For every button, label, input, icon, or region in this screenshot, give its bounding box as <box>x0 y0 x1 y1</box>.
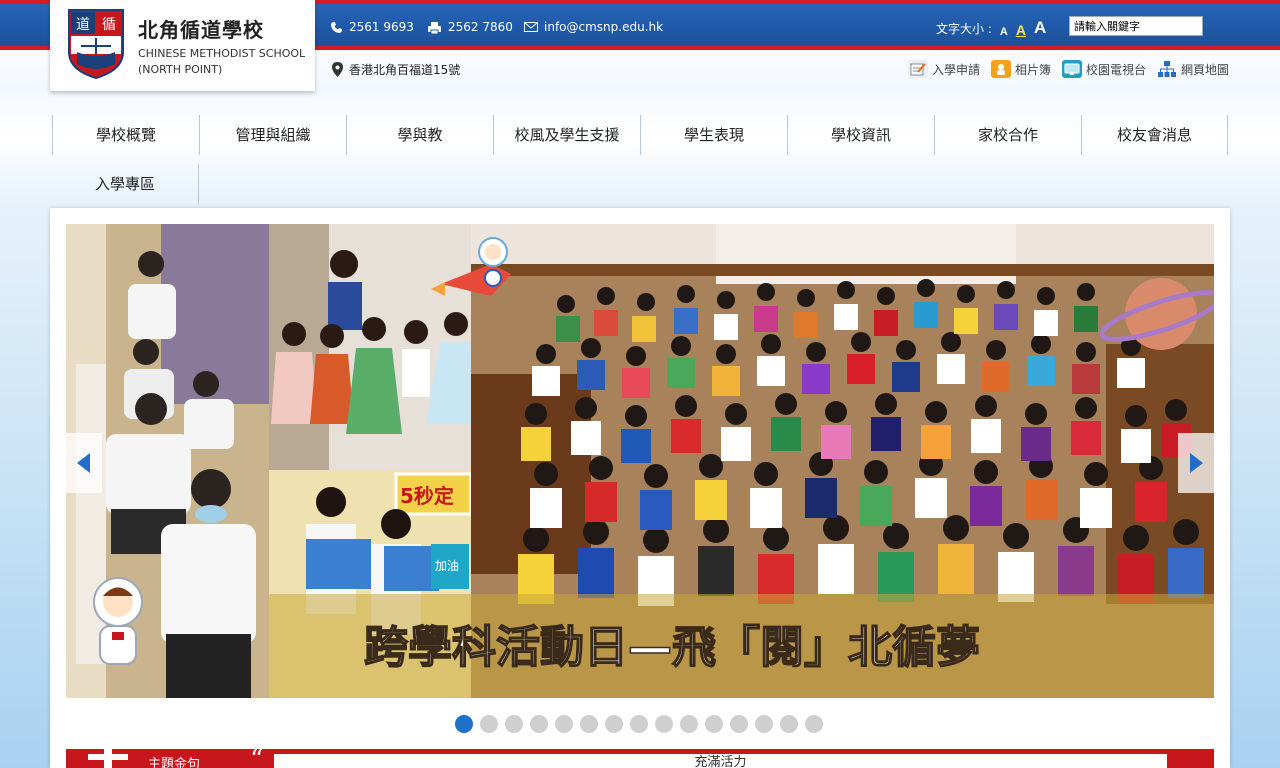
nav-item-school-info[interactable]: 學校資訊 <box>787 115 934 155</box>
email-address[interactable]: info@cmsnp.edu.hk <box>544 20 663 34</box>
email-contact[interactable]: info@cmsnp.edu.hk <box>524 20 663 34</box>
address-text: 香港北角百福道15號 <box>349 63 461 77</box>
font-size-controls: 文字大小 : A A A <box>936 18 1046 38</box>
banner-caption: 跨學科活動日—飛「閱」北循夢 <box>364 622 980 673</box>
motto-title: 主題金句 <box>148 757 201 768</box>
slide-dot[interactable] <box>630 715 648 733</box>
quick-link-label: 入學申請 <box>932 62 981 77</box>
slide-dot[interactable] <box>680 715 698 733</box>
location-pin-icon <box>332 62 343 77</box>
email-icon <box>524 22 538 32</box>
arrow-left-icon <box>77 453 90 473</box>
school-logo-card[interactable]: 道 循 北角循道學校 CHINESE METHODIST SCHOOL (NOR… <box>50 0 315 91</box>
motto-bar: 主題金句 “ 充滿活力 <box>66 749 1214 768</box>
fax-icon <box>428 21 441 34</box>
quick-link-label: 校園電視台 <box>1086 62 1147 77</box>
school-name-en: CHINESE METHODIST SCHOOL (NORTH POINT) <box>138 46 305 78</box>
phone-contact: 2561 9693 <box>330 20 414 34</box>
slide-prev-button[interactable] <box>66 433 102 493</box>
cross-icon <box>88 749 128 768</box>
nav-item-alumni[interactable]: 校友會消息 <box>1081 115 1228 155</box>
nav-item-home-school[interactable]: 家校合作 <box>934 115 1081 155</box>
arrow-right-icon <box>1190 453 1203 473</box>
quick-link-admission[interactable]: 入學申請 <box>908 60 980 78</box>
school-crest-icon: 道 循 <box>68 9 124 80</box>
slide-dot[interactable] <box>580 715 598 733</box>
nav-item-student-support[interactable]: 校風及學生支援 <box>493 115 640 155</box>
slide-dot[interactable] <box>480 715 498 733</box>
slide-dot[interactable] <box>605 715 623 733</box>
quick-link-label: 相片簿 <box>1015 62 1052 77</box>
slide-dot-active[interactable] <box>455 715 473 733</box>
slide-dot[interactable] <box>780 715 798 733</box>
slide-dot[interactable] <box>530 715 548 733</box>
crest-char-right: 循 <box>102 17 116 33</box>
phone-icon <box>331 21 342 33</box>
slide-next-button[interactable] <box>1178 433 1214 493</box>
slide-dot[interactable] <box>755 715 773 733</box>
school-address: 香港北角百福道15號 <box>332 61 460 78</box>
nav-item-student-performance[interactable]: 學生表現 <box>640 115 787 155</box>
school-name-en-line2: (NORTH POINT) <box>138 63 223 76</box>
slide-dot[interactable] <box>505 715 523 733</box>
banner-slide[interactable]: 5秒定 加油 跨學科活動日—飛「閱」北循夢 <box>66 224 1214 698</box>
fax-contact: 2562 7860 <box>427 20 513 34</box>
nav-item-learning-teaching[interactable]: 學與教 <box>346 115 493 155</box>
nav-item-admission[interactable]: 入學專區 <box>52 164 199 204</box>
slide-dot[interactable] <box>705 715 723 733</box>
banner-image: 5秒定 加油 跨學科活動日—飛「閱」北循夢 <box>66 224 1214 698</box>
motto-text: 充滿活力 <box>274 754 1167 768</box>
slide-dot[interactable] <box>805 715 823 733</box>
quick-link-label: 網頁地圖 <box>1181 62 1230 77</box>
school-name-zh: 北角循道學校 <box>138 18 264 42</box>
quick-link-sitemap[interactable]: 網頁地圖 <box>1157 60 1229 78</box>
nav-item-management[interactable]: 管理與組織 <box>199 115 346 155</box>
font-size-large-button[interactable]: A <box>1034 18 1046 38</box>
sign-text: 5秒定 <box>400 484 454 508</box>
slide-dot[interactable] <box>655 715 673 733</box>
quote-icon: “ <box>250 749 264 768</box>
font-size-medium-button[interactable]: A <box>1016 22 1026 38</box>
quick-link-campus-tv[interactable]: 校園電視台 <box>1062 60 1146 78</box>
slide-pagination <box>455 715 823 733</box>
nav-item-school-overview[interactable]: 學校概覽 <box>52 115 199 155</box>
book-text: 加油 <box>435 559 459 573</box>
form-icon <box>908 60 928 78</box>
photo-album-icon <box>991 60 1011 78</box>
search-input[interactable] <box>1069 16 1203 36</box>
font-size-small-button[interactable]: A <box>1000 26 1008 38</box>
content-panel: 5秒定 加油 跨學科活動日—飛「閱」北循夢 主題金句 “ 充滿活力 <box>50 208 1230 768</box>
sitemap-icon <box>1157 60 1177 78</box>
crest-char-left: 道 <box>76 17 90 33</box>
school-name-en-line1: CHINESE METHODIST SCHOOL <box>138 47 306 60</box>
font-size-label: 文字大小 : <box>936 22 992 36</box>
slide-dot[interactable] <box>555 715 573 733</box>
phone-number: 2561 9693 <box>349 20 414 34</box>
quick-link-photo-album[interactable]: 相片簿 <box>991 60 1051 78</box>
tv-icon <box>1062 60 1082 78</box>
slide-dot[interactable] <box>730 715 748 733</box>
fax-number: 2562 7860 <box>448 20 513 34</box>
